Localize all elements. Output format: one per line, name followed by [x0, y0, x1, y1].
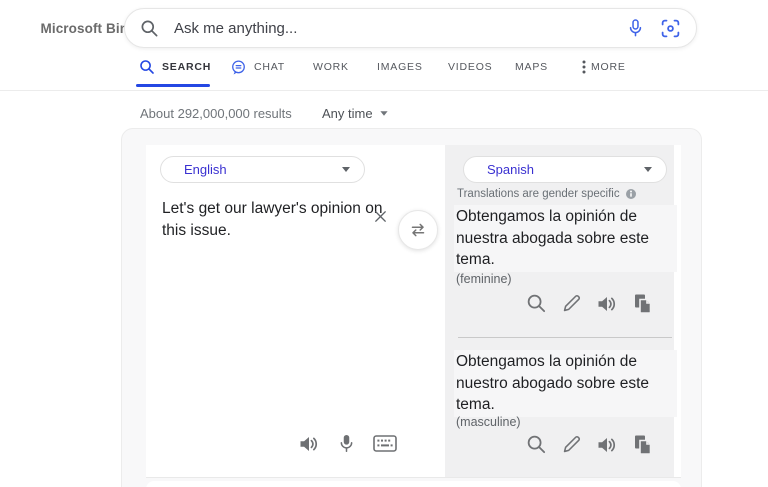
next-section-panel	[146, 481, 681, 487]
copy-icon[interactable]	[632, 434, 652, 455]
translations-divider	[458, 337, 672, 338]
brand-name: Microsoft Bing	[41, 21, 137, 36]
tab-search-label: SEARCH	[162, 61, 211, 73]
chevron-down-icon	[380, 111, 387, 116]
translation-masculine-gender-label: (masculine)	[456, 415, 521, 429]
translator-panel: English Let's get our lawyer's opinion o…	[146, 145, 681, 478]
keyboard-icon[interactable]	[373, 435, 397, 452]
chat-tab-icon	[230, 59, 247, 76]
search-translation-icon[interactable]	[526, 293, 547, 314]
source-toolbar	[298, 433, 397, 454]
microphone-icon[interactable]	[626, 18, 645, 39]
info-icon[interactable]	[625, 188, 637, 200]
tab-search[interactable]: SEARCH	[139, 57, 211, 77]
search-bar[interactable]	[124, 8, 697, 48]
search-translation-icon[interactable]	[526, 434, 547, 455]
translation-masculine-toolbar	[526, 434, 652, 455]
copy-icon[interactable]	[632, 293, 652, 314]
swap-languages-button[interactable]	[398, 210, 438, 250]
listen-icon[interactable]	[596, 435, 618, 455]
tab-work-label: WORK	[313, 61, 349, 73]
target-language-label: Spanish	[487, 162, 534, 177]
time-filter-label: Any time	[322, 106, 373, 121]
search-tab-icon	[139, 59, 155, 75]
results-count: About 292,000,000 results	[140, 106, 292, 121]
tab-videos[interactable]: VIDEOS	[448, 57, 492, 77]
tab-work[interactable]: WORK	[313, 57, 349, 77]
dictate-microphone-icon[interactable]	[337, 433, 356, 454]
tab-chat-label: CHAT	[254, 61, 285, 73]
edit-pencil-icon[interactable]	[561, 434, 582, 455]
search-icon	[140, 19, 159, 38]
microsoft-logo-icon	[13, 19, 32, 38]
time-filter-dropdown[interactable]: Any time	[322, 106, 388, 121]
chevron-down-icon	[644, 167, 652, 172]
tab-images-label: IMAGES	[377, 61, 423, 73]
tab-more-label: MORE	[591, 61, 626, 73]
bing-logo[interactable]: Microsoft Bing	[13, 19, 136, 38]
header-divider	[0, 90, 768, 91]
source-language-label: English	[184, 162, 227, 177]
bing-search-page: Microsoft Bing SEARCH CHAT WORK IMAGE	[0, 0, 768, 487]
listen-icon[interactable]	[596, 294, 618, 314]
source-language-dropdown[interactable]: English	[160, 156, 365, 183]
clear-text-button[interactable]	[373, 209, 388, 224]
chevron-down-icon	[342, 167, 350, 172]
tab-chat[interactable]: CHAT	[230, 57, 285, 77]
visual-search-icon[interactable]	[660, 18, 681, 39]
translation-masculine-text[interactable]: Obtengamos la opinión de nuestro abogado…	[454, 350, 677, 417]
target-language-dropdown[interactable]: Spanish	[463, 156, 667, 183]
translation-feminine-toolbar	[526, 293, 652, 314]
tab-maps[interactable]: MAPS	[515, 57, 548, 77]
translation-feminine-text[interactable]: Obtengamos la opinión de nuestra abogada…	[454, 205, 677, 272]
source-text[interactable]: Let's get our lawyer's opinion on this i…	[162, 198, 394, 241]
edit-pencil-icon[interactable]	[561, 293, 582, 314]
tab-maps-label: MAPS	[515, 61, 548, 73]
tab-images[interactable]: IMAGES	[377, 57, 423, 77]
vertical-dots-icon	[582, 60, 586, 74]
translation-feminine-gender-label: (feminine)	[456, 272, 512, 286]
tab-videos-label: VIDEOS	[448, 61, 492, 73]
search-input[interactable]	[172, 19, 618, 38]
listen-icon[interactable]	[298, 434, 320, 454]
gender-note: Translations are gender specific	[457, 188, 637, 200]
gender-note-text: Translations are gender specific	[457, 188, 620, 200]
active-tab-underline	[136, 84, 210, 87]
tab-more[interactable]: MORE	[582, 57, 626, 77]
